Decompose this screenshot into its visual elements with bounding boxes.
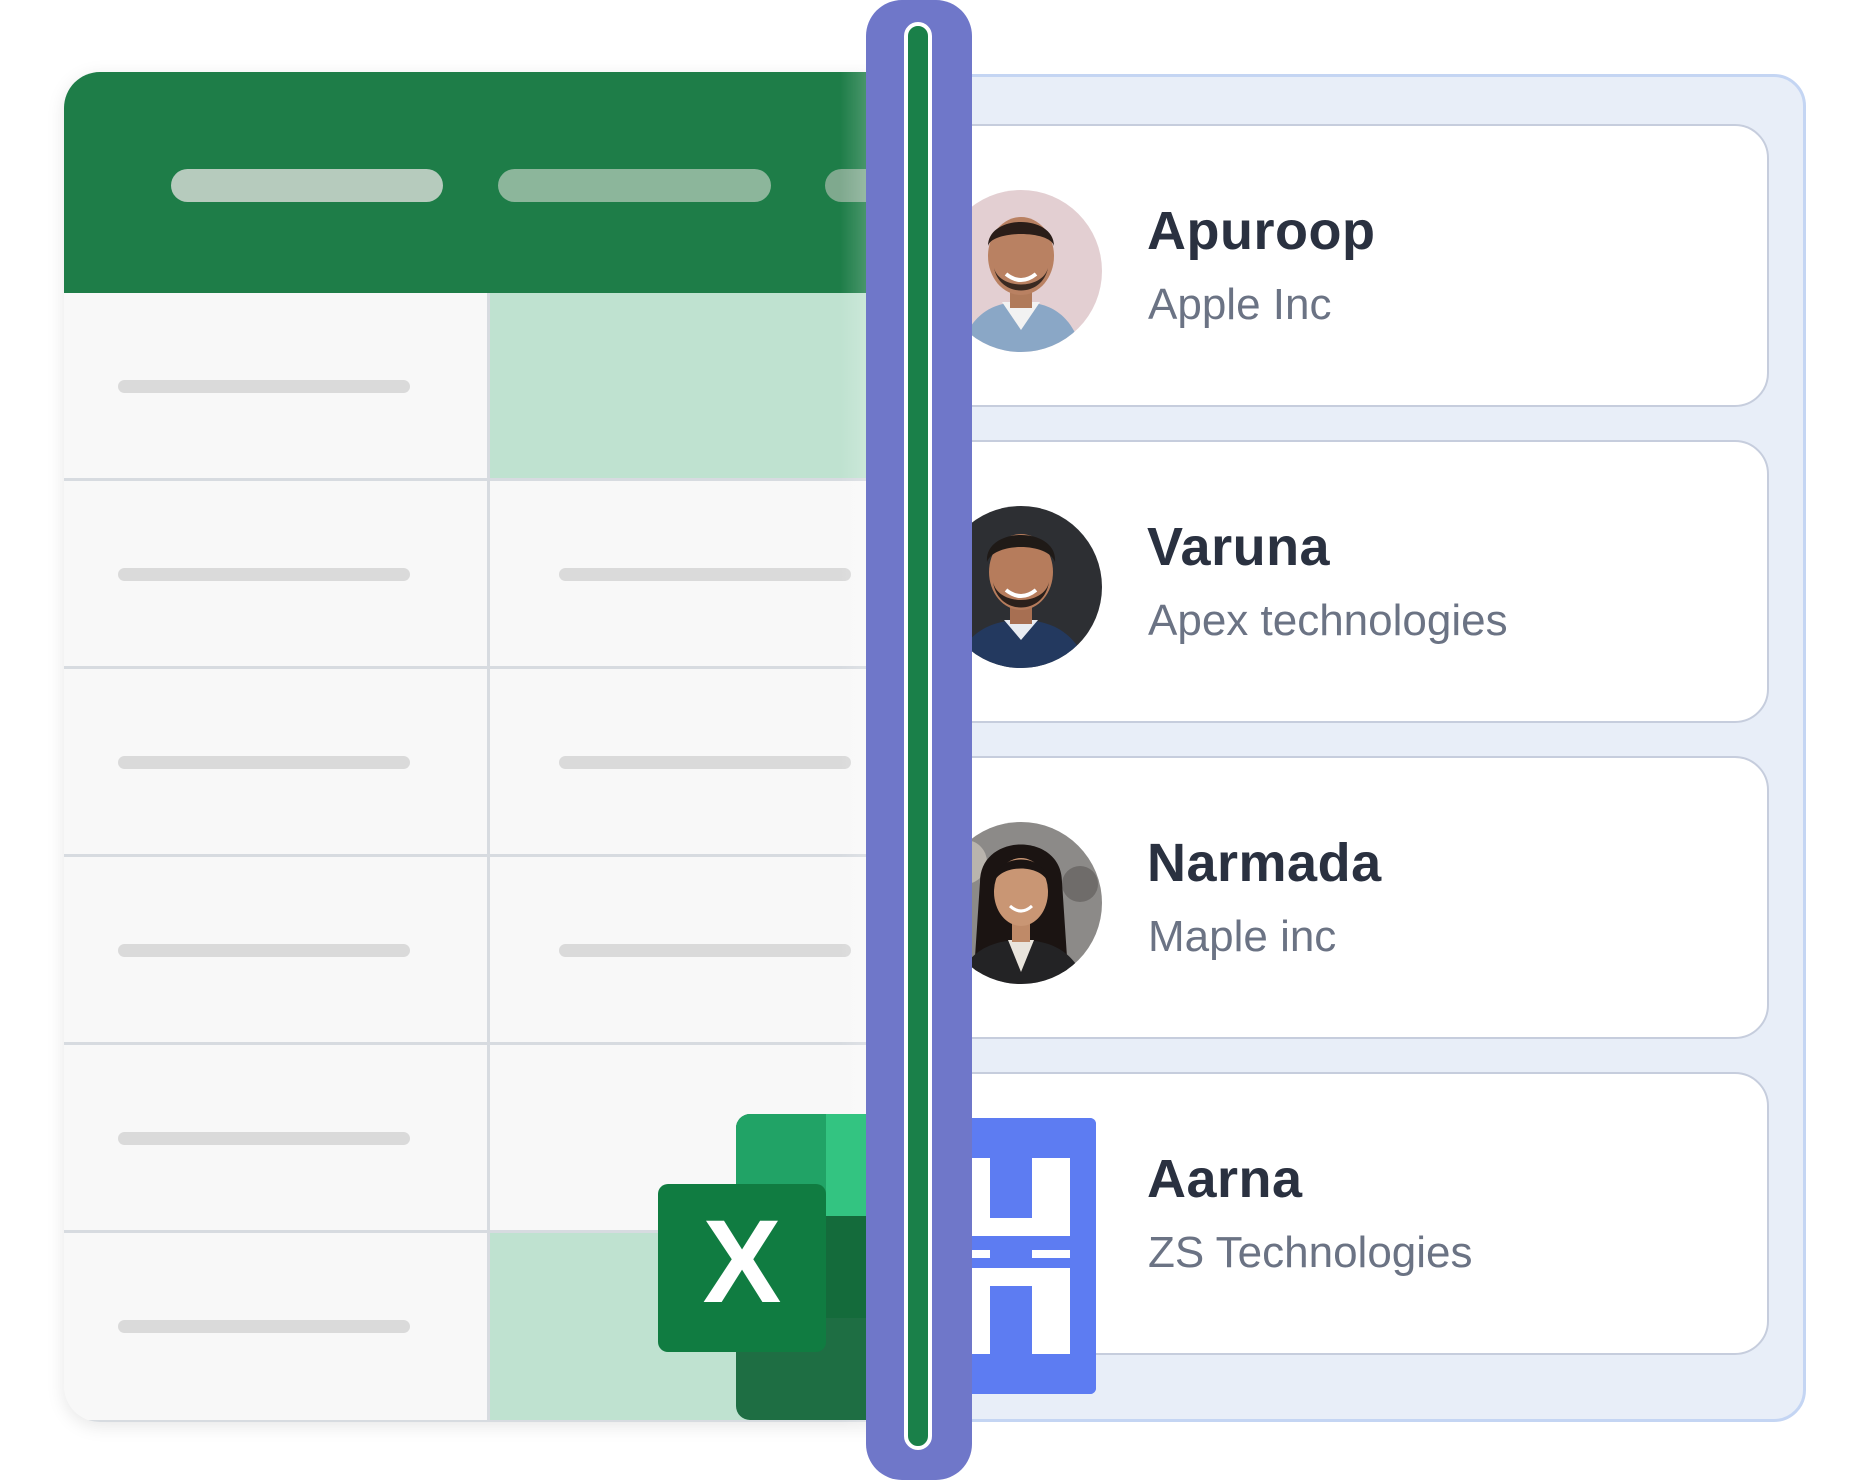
contact-company: ZS Technologies (1148, 1228, 1473, 1277)
grid-cell[interactable] (64, 293, 490, 481)
contact-name: Narmada (1147, 833, 1382, 893)
grid-cell[interactable] (64, 1233, 490, 1422)
contact-name: Apuroop (1147, 201, 1376, 261)
cell-placeholder (118, 568, 410, 581)
cell-placeholder (118, 380, 410, 393)
contact-card[interactable]: Varuna Apex technologies (905, 440, 1769, 723)
header-placeholder-1 (171, 169, 443, 202)
cell-placeholder (118, 1320, 410, 1333)
grid-cell[interactable] (64, 857, 490, 1045)
contact-name: Aarna (1147, 1149, 1303, 1209)
cell-placeholder (559, 568, 851, 581)
contact-name: Varuna (1147, 517, 1331, 577)
grid-cell[interactable] (64, 1045, 490, 1233)
cell-placeholder (118, 944, 410, 957)
svg-text:X: X (703, 1196, 782, 1328)
cell-placeholder (118, 756, 410, 769)
cell-placeholder (118, 1132, 410, 1145)
contact-card[interactable]: Apuroop Apple Inc (905, 124, 1769, 407)
contact-card[interactable]: Narmada Maple inc (905, 756, 1769, 1039)
contact-company: Maple inc (1148, 912, 1337, 961)
cell-placeholder (559, 944, 851, 957)
header-placeholder-2 (498, 169, 771, 202)
grid-cell[interactable] (64, 481, 490, 669)
divider-handle[interactable] (904, 22, 932, 1450)
grid-cell[interactable] (64, 669, 490, 857)
cell-placeholder (559, 756, 851, 769)
contact-company: Apple Inc (1148, 280, 1332, 329)
contact-company: Apex technologies (1148, 596, 1508, 645)
spreadsheet-header (64, 72, 944, 293)
